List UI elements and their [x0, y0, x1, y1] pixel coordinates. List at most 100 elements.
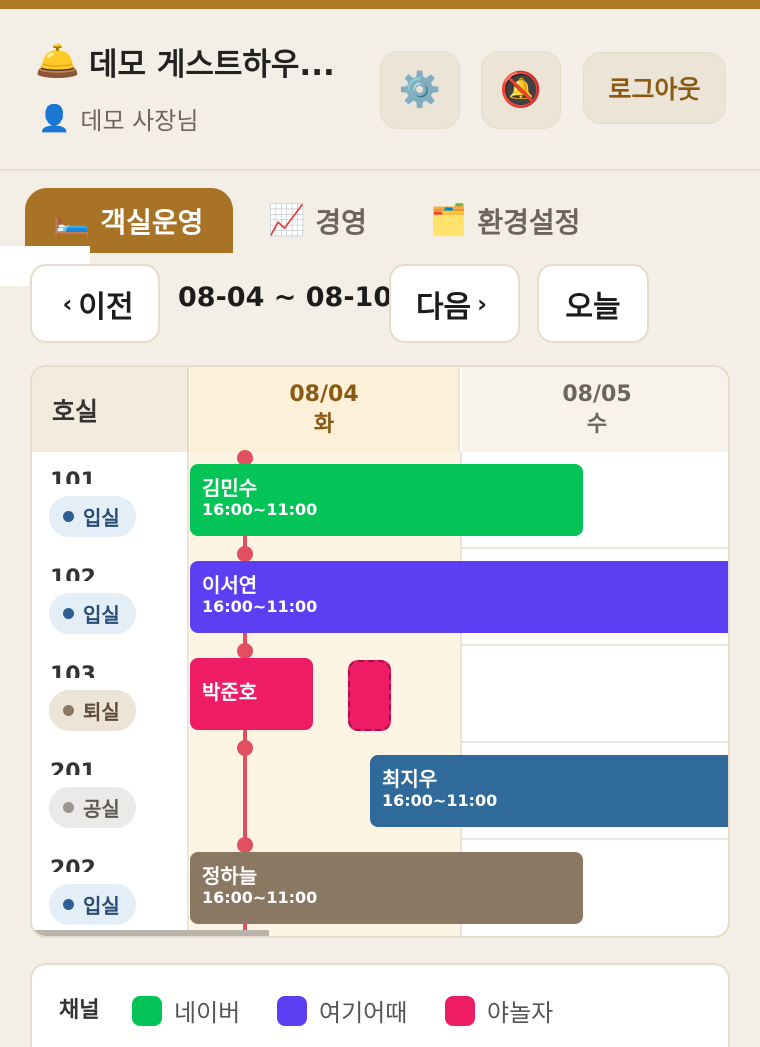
- legend-label: 여기어때: [319, 999, 408, 1027]
- booking-time: 16:00~11:00: [202, 597, 318, 616]
- tab-label: 환경설정: [477, 205, 581, 239]
- booking-time: 16:00~11:00: [382, 791, 498, 810]
- current-time-dot: [237, 837, 253, 853]
- reservation-calendar: 호실 08/04 화 08/05 수 101 입실 102 입실 103 퇴실 …: [30, 365, 730, 938]
- status-label: 공실: [83, 797, 120, 821]
- legend-item: 여기어때: [277, 993, 407, 1028]
- prev-label: 이전: [78, 289, 134, 325]
- room-number: 201: [50, 761, 96, 775]
- settings-button[interactable]: ⚙️: [380, 51, 460, 129]
- tab-label: 객실운영: [100, 205, 204, 239]
- calendar-header: 호실 08/04 화 08/05 수: [32, 367, 728, 452]
- guest-name: 최지우: [382, 767, 438, 791]
- user-icon: 👤: [38, 103, 71, 134]
- today-button[interactable]: 오늘: [537, 264, 649, 343]
- status-dot: [63, 899, 74, 910]
- brand: 🛎️ 데모 게스트하우...: [35, 39, 335, 84]
- room-number: 103: [50, 664, 96, 678]
- property-title: 데모 게스트하우...: [89, 47, 335, 83]
- chevron-right-icon: ›: [477, 289, 488, 318]
- bell-muted-icon: 🔕: [499, 70, 543, 110]
- legend-item: 야놀자: [445, 993, 553, 1028]
- app-header: 🛎️ 데모 게스트하우... 👤 데모 사장님 ⚙️ 🔕 로그아웃: [0, 9, 760, 171]
- status-dot: [63, 608, 74, 619]
- day-weekday: 수: [586, 411, 608, 437]
- booking-block[interactable]: 김민수 16:00~11:00: [190, 464, 583, 536]
- legend-title: 채널: [59, 998, 100, 1023]
- room-row: 103 퇴실: [32, 646, 187, 743]
- legend-label: 야놀자: [487, 999, 554, 1027]
- booking-block[interactable]: 박준호: [190, 658, 313, 730]
- drag-placeholder[interactable]: [348, 660, 391, 731]
- current-time-dot: [237, 740, 253, 756]
- legend-item: 네이버: [132, 993, 240, 1028]
- booking-block[interactable]: 정하늘 16:00~11:00: [190, 852, 583, 924]
- status-badge[interactable]: 입실: [49, 496, 136, 537]
- room-number: 102: [50, 567, 96, 581]
- date-range: 08-04 ~ 08-10: [178, 282, 393, 313]
- status-dot: [63, 802, 74, 813]
- room-number: 101: [50, 470, 96, 484]
- room-row: 201 공실: [32, 743, 187, 840]
- status-badge[interactable]: 공실: [49, 787, 136, 828]
- current-time-dot: [237, 546, 253, 562]
- prev-week-button[interactable]: ‹ 이전: [30, 264, 160, 343]
- status-badge[interactable]: 입실: [49, 593, 136, 634]
- gear-icon: ⚙️: [398, 70, 442, 110]
- room-row: 102 입실: [32, 549, 187, 646]
- day-weekday: 화: [313, 411, 335, 437]
- row-divider: [462, 547, 728, 549]
- guest-name: 김민수: [202, 476, 258, 500]
- chart-icon: 📈: [268, 203, 306, 238]
- guest-name: 정하늘: [202, 864, 258, 888]
- legend-swatch: [445, 995, 475, 1026]
- status-badge[interactable]: 입실: [49, 884, 136, 925]
- chevron-left-icon: ‹: [62, 289, 73, 318]
- next-week-button[interactable]: 다음 ›: [389, 264, 520, 343]
- guest-name: 박준호: [202, 680, 258, 704]
- tab-label: 경영: [315, 205, 367, 239]
- top-accent-bar: [0, 0, 760, 9]
- room-row: 101 입실: [32, 452, 187, 549]
- status-dot: [63, 511, 74, 522]
- booking-time: 16:00~11:00: [202, 500, 318, 519]
- room-column-header: 호실: [32, 367, 189, 452]
- legend-label: 네이버: [174, 999, 241, 1027]
- bed-icon: 🛏️: [53, 203, 91, 238]
- tab-management[interactable]: 📈 경영: [268, 188, 367, 253]
- booking-time: 16:00~11:00: [202, 888, 318, 907]
- booking-block[interactable]: 이서연 16:00~11:00: [190, 561, 728, 633]
- next-label: 다음: [415, 289, 472, 325]
- legend-swatch: [277, 995, 307, 1026]
- status-label: 입실: [83, 894, 120, 918]
- day-header-today[interactable]: 08/04 화: [190, 367, 460, 452]
- tab-settings[interactable]: 🗂️ 환경설정: [430, 188, 580, 253]
- day-date: 08/05: [562, 381, 632, 407]
- day-header[interactable]: 08/05 수: [462, 367, 728, 452]
- user-info: 👤 데모 사장님: [38, 101, 198, 136]
- room-number: 202: [50, 858, 96, 872]
- user-name: 데모 사장님: [80, 107, 199, 135]
- horizontal-scrollbar[interactable]: [32, 930, 269, 936]
- row-divider: [462, 838, 728, 840]
- day-date: 08/04: [289, 381, 359, 407]
- guest-name: 이서연: [202, 573, 258, 597]
- room-column-divider: [187, 452, 189, 936]
- current-time-dot: [237, 643, 253, 659]
- notifications-button[interactable]: 🔕: [481, 51, 561, 129]
- legend-swatch: [132, 995, 162, 1026]
- status-badge[interactable]: 퇴실: [49, 690, 136, 731]
- row-divider: [462, 644, 728, 646]
- status-dot: [63, 705, 74, 716]
- tab-room-operations[interactable]: 🛏️ 객실운영: [25, 188, 233, 253]
- room-row: 202 입실: [32, 840, 187, 936]
- logout-button[interactable]: 로그아웃: [583, 52, 726, 124]
- status-label: 입실: [83, 506, 120, 530]
- status-label: 입실: [83, 603, 120, 627]
- booking-block[interactable]: 최지우 16:00~11:00: [370, 755, 728, 827]
- row-divider: [462, 741, 728, 743]
- bell-service-icon: 🛎️: [35, 40, 80, 82]
- folder-icon: 🗂️: [430, 203, 468, 238]
- channel-legend: 채널 네이버 여기어때 야놀자: [30, 963, 730, 1047]
- status-label: 퇴실: [83, 700, 120, 724]
